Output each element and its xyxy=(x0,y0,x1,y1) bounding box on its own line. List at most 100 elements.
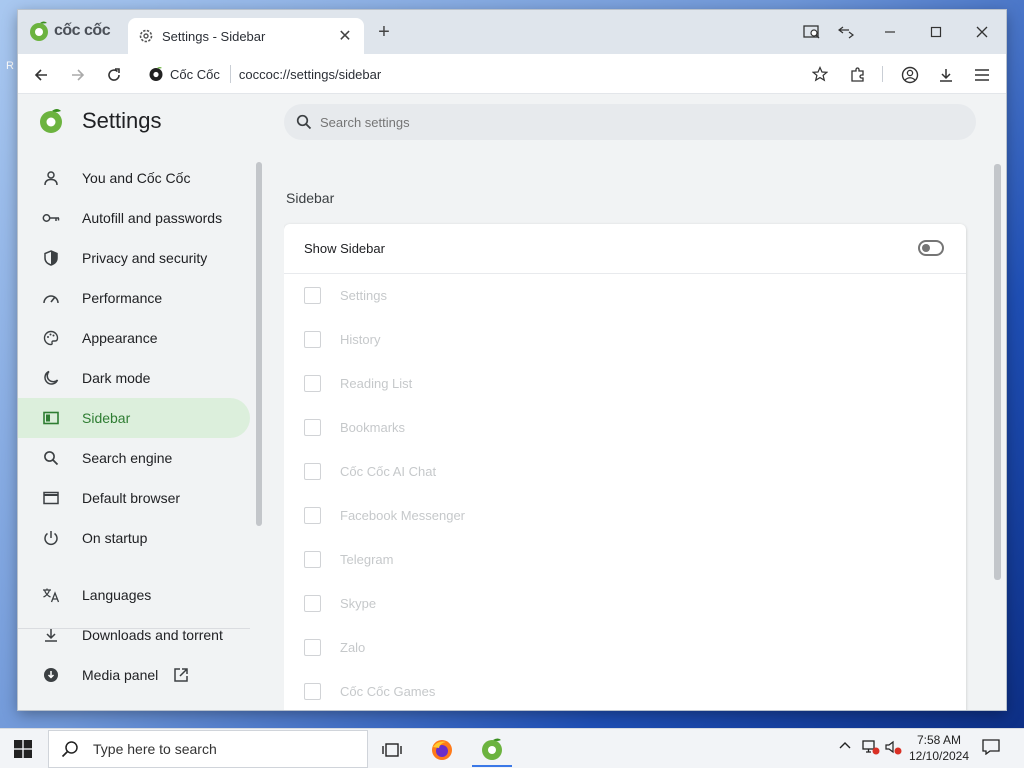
checkbox[interactable] xyxy=(304,594,321,612)
checkbox-label: History xyxy=(340,331,381,347)
checkbox[interactable] xyxy=(304,682,321,700)
clock-date: 12/10/2024 xyxy=(908,749,970,763)
nav-item-search-engine[interactable]: Search engine xyxy=(18,438,250,478)
hamburger-menu-icon xyxy=(975,69,989,81)
clock-time: 7:58 AM xyxy=(916,733,962,747)
back-forward-tabs-button[interactable] xyxy=(830,20,862,44)
show-hidden-icons-button[interactable] xyxy=(838,739,852,758)
notifications-button[interactable] xyxy=(982,739,1000,760)
settings-search[interactable] xyxy=(284,104,976,140)
sidebar-item-reading-list[interactable]: Reading List xyxy=(304,372,904,394)
minimize-button[interactable] xyxy=(874,20,906,44)
download-icon xyxy=(42,626,60,644)
nav-label: Media panel xyxy=(82,667,159,683)
nav-item-downloads[interactable]: Downloads and torrent xyxy=(18,615,250,655)
checkbox[interactable] xyxy=(304,330,321,348)
address-bar[interactable]: Cốc Cốc coccoc://settings/sidebar xyxy=(138,59,838,89)
nav-item-on-startup[interactable]: On startup xyxy=(18,518,250,558)
reload-button[interactable] xyxy=(101,62,127,88)
speaker-muted-icon xyxy=(885,740,902,755)
tab-settings-sidebar[interactable]: Settings - Sidebar ✕ xyxy=(128,18,364,54)
checkbox[interactable] xyxy=(304,638,321,656)
browser-window-icon xyxy=(42,489,60,507)
nav-item-media-panel[interactable]: Media panel xyxy=(18,655,250,695)
nav-label: Search engine xyxy=(82,450,173,466)
nav-label: On startup xyxy=(82,530,148,546)
sidebar-item-settings[interactable]: Settings xyxy=(304,284,904,306)
speedometer-icon xyxy=(42,289,60,307)
power-icon xyxy=(42,529,60,547)
network-status[interactable] xyxy=(862,739,880,760)
checkbox-label: Cốc Cốc AI Chat xyxy=(340,463,437,479)
taskbar-search-placeholder: Type here to search xyxy=(93,741,217,757)
sidebar-item-games[interactable]: Cốc Cốc Games xyxy=(304,680,904,702)
checkbox[interactable] xyxy=(304,374,321,392)
nav-item-appearance[interactable]: Appearance xyxy=(18,318,250,358)
sidebar-item-bookmarks[interactable]: Bookmarks xyxy=(304,416,904,438)
open-external-icon[interactable] xyxy=(172,666,190,684)
nav-label: Downloads and torrent xyxy=(82,627,223,643)
nav-item-default-browser[interactable]: Default browser xyxy=(18,478,250,518)
sidebar-icon xyxy=(42,409,60,427)
url-text[interactable]: coccoc://settings/sidebar xyxy=(239,67,804,82)
coccoc-site-icon xyxy=(149,67,163,81)
back-button[interactable] xyxy=(28,62,54,88)
brand-name: cốc cốc xyxy=(54,22,111,39)
desktop-icon-fragment: R xyxy=(6,60,14,72)
show-sidebar-toggle[interactable] xyxy=(918,240,944,256)
arrow-right-icon xyxy=(72,69,85,81)
search-input[interactable] xyxy=(320,114,964,130)
main-menu-button[interactable] xyxy=(969,62,995,88)
coccoc-logo[interactable]: cốc cốc xyxy=(28,20,111,42)
tab-title: Settings - Sidebar xyxy=(162,28,266,44)
checkbox[interactable] xyxy=(304,550,321,568)
checkbox[interactable] xyxy=(304,286,321,304)
checkbox-label: Settings xyxy=(340,287,387,303)
checkbox[interactable] xyxy=(304,462,321,480)
sidebar-item-ai-chat[interactable]: Cốc Cốc AI Chat xyxy=(304,460,904,482)
checkbox[interactable] xyxy=(304,418,321,436)
main-scrollbar[interactable] xyxy=(994,164,1001,580)
taskbar-coccoc[interactable] xyxy=(472,733,512,767)
taskbar-search[interactable]: Type here to search xyxy=(48,730,368,768)
nav-item-you-and-coccoc[interactable]: You and Cốc Cốc xyxy=(18,158,250,198)
search-tabs-button[interactable] xyxy=(796,20,828,44)
nav-label: Autofill and passwords xyxy=(82,210,223,226)
forward-button[interactable] xyxy=(65,62,91,88)
nav-item-performance[interactable]: Performance xyxy=(18,278,250,318)
taskbar-clock[interactable]: 7:58 AM 12/10/2024 xyxy=(904,732,974,764)
nav-item-languages[interactable]: Languages xyxy=(18,575,250,615)
sidebar-item-telegram[interactable]: Telegram xyxy=(304,548,904,570)
sidebar-item-zalo[interactable]: Zalo xyxy=(304,636,904,658)
maximize-button[interactable] xyxy=(920,20,952,44)
taskbar-firefox[interactable] xyxy=(422,733,462,767)
close-window-button[interactable] xyxy=(966,20,998,44)
nav-item-privacy[interactable]: Privacy and security xyxy=(18,238,250,278)
sidebar-item-history[interactable]: History xyxy=(304,328,904,350)
task-view-button[interactable] xyxy=(372,733,412,767)
bookmark-star-icon[interactable] xyxy=(812,66,828,82)
nav-item-sidebar[interactable]: Sidebar xyxy=(18,398,250,438)
nav-scrollbar[interactable] xyxy=(256,162,262,526)
sidebar-item-skype[interactable]: Skype xyxy=(304,592,904,614)
moon-icon xyxy=(42,369,60,387)
swap-arrows-icon xyxy=(838,26,854,39)
nav-label: Languages xyxy=(82,587,152,603)
site-info-chip[interactable]: Cốc Cốc xyxy=(148,65,231,83)
nav-item-autofill[interactable]: Autofill and passwords xyxy=(18,198,250,238)
sidebar-item-facebook-messenger[interactable]: Facebook Messenger xyxy=(304,504,904,526)
maximize-icon xyxy=(930,26,942,38)
nav-item-dark-mode[interactable]: Dark mode xyxy=(18,358,250,398)
show-sidebar-row[interactable]: Show Sidebar xyxy=(284,224,966,274)
settings-nav: You and Cốc Cốc Autofill and passwords P… xyxy=(18,158,258,710)
downloads-button[interactable] xyxy=(933,62,959,88)
start-button[interactable] xyxy=(10,737,36,761)
new-tab-button[interactable]: + xyxy=(373,21,395,44)
volume-status[interactable] xyxy=(884,739,902,760)
checkbox[interactable] xyxy=(304,506,321,524)
profile-button[interactable] xyxy=(897,62,923,88)
coccoc-logo-icon xyxy=(30,21,48,41)
tab-search-icon xyxy=(803,25,820,39)
close-tab-icon[interactable]: ✕ xyxy=(336,26,354,46)
extensions-button[interactable] xyxy=(845,62,871,88)
